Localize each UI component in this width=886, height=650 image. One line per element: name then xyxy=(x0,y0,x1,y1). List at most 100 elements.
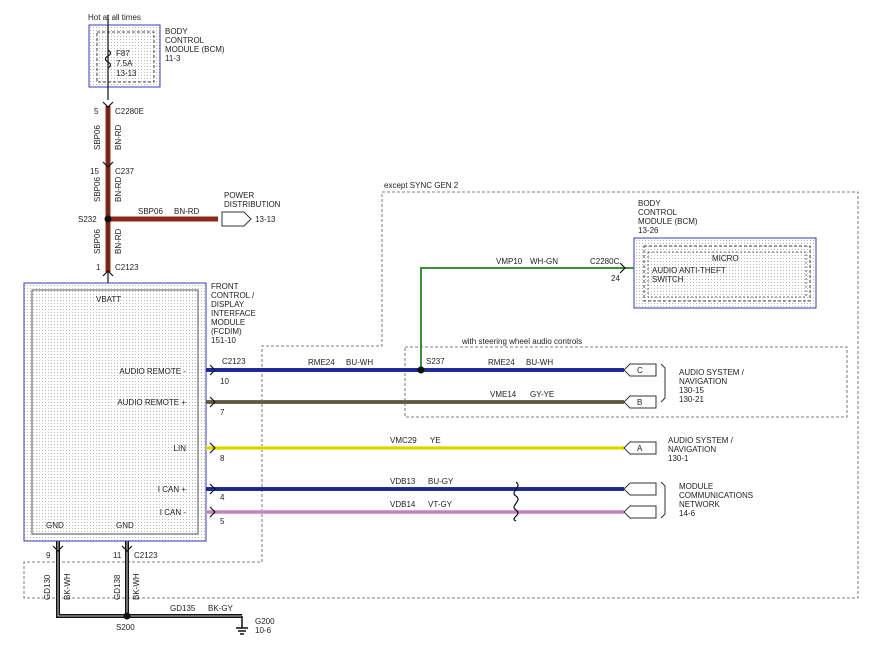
wire-gd138-label: GD138 xyxy=(113,574,122,600)
hot-at-all-times-label: Hot at all times xyxy=(88,13,141,22)
pin-audio-remote-plus: AUDIO REMOTE + xyxy=(117,398,186,407)
gnd-pin-11: 11 xyxy=(113,551,122,560)
fcdim-label-3: DISPLAY xyxy=(211,300,245,309)
power-distribution-connector xyxy=(221,211,252,227)
audio-nav-1: AUDIO SYSTEM / xyxy=(679,368,745,377)
fcdim-label-6: (FCDIM) xyxy=(211,327,242,336)
connector-a-label: A xyxy=(637,444,643,453)
micro-label: MICRO xyxy=(712,254,739,263)
connector-b-label: B xyxy=(637,398,642,407)
audio-nav2-3: 130-1 xyxy=(668,454,689,463)
c2280c-pin: 24 xyxy=(611,274,620,283)
c237-pin: 15 xyxy=(90,167,99,176)
g200-ref: 10-6 xyxy=(255,626,272,635)
fcdim-label-1: FRONT xyxy=(211,282,239,291)
bcm-right-title-3: MODULE (BCM) xyxy=(638,217,698,226)
except-sync-label: except SYNC GEN 2 xyxy=(384,181,459,190)
c2123-top-pin: 1 xyxy=(96,263,101,272)
wire-vmc29-label: VMC29 xyxy=(390,436,417,445)
fcdim-label-5: MODULE xyxy=(211,318,245,327)
pin-num-4: 4 xyxy=(220,493,225,502)
steering-wheel-region xyxy=(404,346,848,418)
bcm-top-ref: 11-3 xyxy=(165,54,181,63)
c2123-right-label: C2123 xyxy=(222,357,246,366)
wire-sbp06-horizontal-label: SBP06 xyxy=(138,207,163,216)
gnd-pin-9: 9 xyxy=(46,551,51,560)
wire-buwh-label-1: BU-WH xyxy=(346,358,373,367)
bcm-right-title-2: CONTROL xyxy=(638,208,678,217)
s237-label: S237 xyxy=(426,357,445,366)
fcdim-label-7: 151-10 xyxy=(211,336,236,345)
fcdim-label-2: CONTROL / xyxy=(211,291,255,300)
wire-vdb14-label: VDB14 xyxy=(390,500,416,509)
power-dist-ref: 13-13 xyxy=(255,215,276,224)
connector-mcn-plus xyxy=(623,482,657,496)
audio-nav2-2: NAVIGATION xyxy=(668,445,716,454)
audio-nav-bracket xyxy=(660,363,666,403)
splice-s232 xyxy=(104,215,112,223)
anti-theft-label-1: AUDIO ANTI-THEFT xyxy=(652,266,726,275)
audio-nav2-1: AUDIO SYSTEM / xyxy=(668,436,734,445)
vmp10-wire xyxy=(420,267,634,370)
wire-sbp06-label-1: SBP06 xyxy=(93,125,102,150)
wire-rme24-label-1: RME24 xyxy=(308,358,335,367)
wire-rme24-label-2: RME24 xyxy=(488,358,515,367)
wire-gd138-color: BK-WH xyxy=(132,573,141,600)
mcn-4: 14-6 xyxy=(679,509,696,518)
wire-ye-label: YE xyxy=(430,436,441,445)
pin-num-10: 10 xyxy=(220,377,229,386)
wire-bugy-label: BU-GY xyxy=(428,477,454,486)
connector-mcn-minus xyxy=(623,505,657,519)
fuse-amp: 7.5A xyxy=(116,59,133,68)
pin-i-can-minus: I CAN - xyxy=(160,508,187,517)
wire-bkgy-label: BK-GY xyxy=(208,604,234,613)
c2280e-pin: 5 xyxy=(94,107,99,116)
pin-num-5: 5 xyxy=(220,517,225,526)
s232-label: S232 xyxy=(78,215,97,224)
wire-gd130-color: BK-WH xyxy=(63,573,72,600)
fuse-ref: 13-13 xyxy=(116,69,137,78)
bcm-top-title-1: BODY xyxy=(165,27,188,36)
wire-bnrd-label-3: BN-RD xyxy=(114,228,123,254)
mcn-1: MODULE xyxy=(679,482,713,491)
splice-s237 xyxy=(417,366,425,374)
pin-lin: LIN xyxy=(174,444,187,453)
wire-bnrd-label-1: BN-RD xyxy=(114,124,123,150)
fcdim-label-4: INTERFACE xyxy=(211,309,256,318)
wire-gd135-label: GD135 xyxy=(170,604,196,613)
pin-audio-remote-minus: AUDIO REMOTE - xyxy=(119,367,186,376)
connector-c-label: C xyxy=(637,366,643,375)
audio-nav-2: NAVIGATION xyxy=(679,377,727,386)
arrow-c2280e xyxy=(102,101,114,108)
wire-whgn-label: WH-GN xyxy=(530,257,558,266)
wire-gd130-label: GD130 xyxy=(43,574,52,600)
bcm-right-title-1: BODY xyxy=(638,199,661,208)
wire-gyye-label: GY-YE xyxy=(530,390,554,399)
steering-label: with steering wheel audio controls xyxy=(461,337,582,346)
wire-bnrd-label-2: BN-RD xyxy=(114,176,123,202)
wire-bnrd-horizontal-label: BN-RD xyxy=(174,207,200,216)
g200-label: G200 xyxy=(255,617,275,626)
vbatt-label: VBATT xyxy=(96,295,121,304)
wire-vtgy-label: VT-GY xyxy=(428,500,453,509)
pin-i-can-plus: I CAN + xyxy=(158,485,187,494)
anti-theft-label-2: SWITCH xyxy=(652,275,684,284)
c2123-bottom-label: C2123 xyxy=(134,551,158,560)
pin-num-7: 7 xyxy=(220,408,225,417)
bcm-top-title-2: CONTROL xyxy=(165,36,205,45)
wiring-diagram: Hot at all times F87 7.5A 13-13 BODY CON… xyxy=(23,13,859,635)
audio-nav-4: 130-21 xyxy=(679,395,704,404)
splice-s200 xyxy=(123,612,131,620)
wire-vmp10-label: VMP10 xyxy=(496,257,523,266)
c237-label: C237 xyxy=(115,167,135,176)
fuse-id: F87 xyxy=(116,49,130,58)
fcdim-module-box xyxy=(23,282,207,542)
bcm-top-title-3: MODULE (BCM) xyxy=(165,45,225,54)
wire-sbp06-label-3: SBP06 xyxy=(93,229,102,254)
c2280c-label: C2280C xyxy=(590,257,620,266)
gnd-label-2: GND xyxy=(116,521,134,530)
s200-label: S200 xyxy=(116,623,135,632)
gnd-label-1: GND xyxy=(46,521,64,530)
mcn-bracket xyxy=(660,481,666,519)
pin-num-8: 8 xyxy=(220,454,225,463)
